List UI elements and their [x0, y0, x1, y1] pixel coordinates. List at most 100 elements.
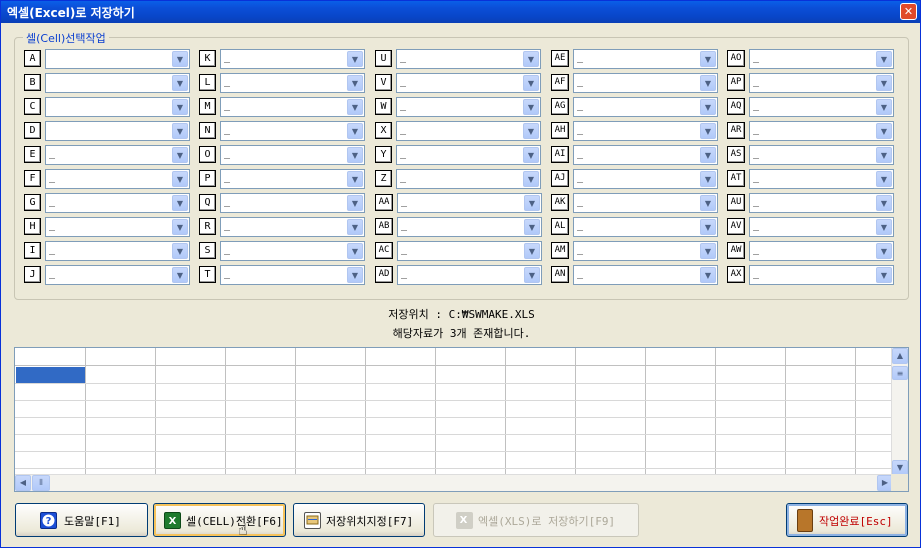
- chevron-down-icon[interactable]: ▼: [876, 171, 892, 187]
- chevron-down-icon[interactable]: ▼: [700, 267, 716, 283]
- cell-column-dropdown[interactable]: _ ▼: [573, 145, 718, 165]
- chevron-down-icon[interactable]: ▼: [876, 243, 892, 259]
- chevron-down-icon[interactable]: ▼: [700, 195, 716, 211]
- cell-column-dropdown[interactable]: _ ▼: [397, 193, 542, 213]
- close-button[interactable]: ✕: [900, 3, 917, 20]
- cell-column-dropdown[interactable]: _ ▼: [396, 97, 541, 117]
- cell-column-dropdown[interactable]: _ ▼: [397, 217, 542, 237]
- chevron-down-icon[interactable]: ▼: [524, 195, 540, 211]
- cell-column-dropdown[interactable]: _ ▼: [220, 121, 365, 141]
- cell-column-dropdown[interactable]: _ ▼: [749, 49, 894, 69]
- cell-column-dropdown[interactable]: _ ▼: [220, 169, 365, 189]
- chevron-down-icon[interactable]: ▼: [172, 51, 188, 67]
- cell-column-dropdown[interactable]: _ ▼: [573, 97, 718, 117]
- cell-column-dropdown[interactable]: _ ▼: [749, 97, 894, 117]
- scroll-up-icon[interactable]: ▲: [892, 348, 908, 364]
- chevron-down-icon[interactable]: ▼: [876, 219, 892, 235]
- cell-column-dropdown[interactable]: _ ▼: [45, 265, 190, 285]
- cell-column-dropdown[interactable]: _ ▼: [220, 49, 365, 69]
- horizontal-scrollbar[interactable]: ◀ ⦀ ▶: [15, 474, 893, 491]
- save-xls-button[interactable]: X 엑셀(XLS)로 저장하기[F9]: [433, 503, 639, 537]
- cell-column-dropdown[interactable]: _ ▼: [749, 121, 894, 141]
- cell-column-dropdown[interactable]: _ ▼: [396, 145, 541, 165]
- chevron-down-icon[interactable]: ▼: [172, 99, 188, 115]
- chevron-down-icon[interactable]: ▼: [524, 243, 540, 259]
- chevron-down-icon[interactable]: ▼: [347, 219, 363, 235]
- chevron-down-icon[interactable]: ▼: [523, 147, 539, 163]
- chevron-down-icon[interactable]: ▼: [876, 195, 892, 211]
- help-button[interactable]: ? 도움말[F1]: [15, 503, 148, 537]
- cell-column-dropdown[interactable]: _ ▼: [45, 241, 190, 261]
- chevron-down-icon[interactable]: ▼: [700, 243, 716, 259]
- cell-column-dropdown[interactable]: ▼: [45, 121, 190, 141]
- chevron-down-icon[interactable]: ▼: [523, 171, 539, 187]
- title-bar[interactable]: 엑셀(Excel)로 저장하기 ✕: [1, 1, 920, 23]
- scroll-left-icon[interactable]: ◀: [15, 475, 31, 491]
- cell-column-dropdown[interactable]: ▼: [45, 73, 190, 93]
- cell-column-dropdown[interactable]: _ ▼: [396, 121, 541, 141]
- data-grid[interactable]: ▲ ≡ ▼ ◀ ⦀ ▶: [14, 347, 909, 492]
- cell-column-dropdown[interactable]: _ ▼: [220, 145, 365, 165]
- chevron-down-icon[interactable]: ▼: [876, 147, 892, 163]
- cell-column-dropdown[interactable]: _ ▼: [396, 73, 541, 93]
- cell-column-dropdown[interactable]: _ ▼: [45, 193, 190, 213]
- chevron-down-icon[interactable]: ▼: [172, 267, 188, 283]
- chevron-down-icon[interactable]: ▼: [523, 99, 539, 115]
- chevron-down-icon[interactable]: ▼: [700, 171, 716, 187]
- grid-body[interactable]: [15, 348, 893, 476]
- cell-column-dropdown[interactable]: _ ▼: [397, 265, 542, 285]
- chevron-down-icon[interactable]: ▼: [876, 123, 892, 139]
- chevron-down-icon[interactable]: ▼: [347, 243, 363, 259]
- cell-column-dropdown[interactable]: _ ▼: [573, 73, 718, 93]
- cell-column-dropdown[interactable]: _ ▼: [220, 193, 365, 213]
- chevron-down-icon[interactable]: ▼: [700, 147, 716, 163]
- cell-column-dropdown[interactable]: _ ▼: [749, 217, 894, 237]
- cell-column-dropdown[interactable]: ▼: [45, 97, 190, 117]
- cell-column-dropdown[interactable]: _ ▼: [396, 49, 541, 69]
- chevron-down-icon[interactable]: ▼: [700, 219, 716, 235]
- chevron-down-icon[interactable]: ▼: [172, 195, 188, 211]
- cell-column-dropdown[interactable]: _ ▼: [573, 193, 718, 213]
- cell-column-dropdown[interactable]: _ ▼: [573, 217, 718, 237]
- chevron-down-icon[interactable]: ▼: [876, 51, 892, 67]
- chevron-down-icon[interactable]: ▼: [172, 243, 188, 259]
- chevron-down-icon[interactable]: ▼: [876, 267, 892, 283]
- cell-column-dropdown[interactable]: _ ▼: [749, 73, 894, 93]
- cell-column-dropdown[interactable]: _ ▼: [573, 241, 718, 261]
- cell-column-dropdown[interactable]: _ ▼: [45, 145, 190, 165]
- chevron-down-icon[interactable]: ▼: [347, 147, 363, 163]
- vertical-scrollbar[interactable]: ▲ ≡ ▼: [891, 348, 908, 476]
- cell-column-dropdown[interactable]: _ ▼: [220, 73, 365, 93]
- chevron-down-icon[interactable]: ▼: [700, 51, 716, 67]
- cell-column-dropdown[interactable]: _ ▼: [749, 193, 894, 213]
- cell-column-dropdown[interactable]: _ ▼: [220, 97, 365, 117]
- cell-column-dropdown[interactable]: _ ▼: [573, 49, 718, 69]
- chevron-down-icon[interactable]: ▼: [523, 75, 539, 91]
- chevron-down-icon[interactable]: ▼: [700, 123, 716, 139]
- cell-column-dropdown[interactable]: _ ▼: [397, 241, 542, 261]
- scroll-thumb-vertical[interactable]: ≡: [892, 366, 908, 380]
- cell-column-dropdown[interactable]: _ ▼: [396, 169, 541, 189]
- chevron-down-icon[interactable]: ▼: [347, 51, 363, 67]
- set-location-button[interactable]: 저장위치지정[F7]: [293, 503, 425, 537]
- chevron-down-icon[interactable]: ▼: [700, 99, 716, 115]
- chevron-down-icon[interactable]: ▼: [523, 123, 539, 139]
- chevron-down-icon[interactable]: ▼: [524, 267, 540, 283]
- chevron-down-icon[interactable]: ▼: [172, 123, 188, 139]
- chevron-down-icon[interactable]: ▼: [347, 123, 363, 139]
- cell-column-dropdown[interactable]: _ ▼: [220, 265, 365, 285]
- cell-column-dropdown[interactable]: _ ▼: [573, 265, 718, 285]
- chevron-down-icon[interactable]: ▼: [347, 267, 363, 283]
- cell-column-dropdown[interactable]: ▼: [45, 49, 190, 69]
- chevron-down-icon[interactable]: ▼: [876, 99, 892, 115]
- chevron-down-icon[interactable]: ▼: [524, 219, 540, 235]
- cell-switch-button[interactable]: X 셀(CELL)전환[F6] ☝: [153, 503, 286, 539]
- chevron-down-icon[interactable]: ▼: [523, 51, 539, 67]
- chevron-down-icon[interactable]: ▼: [347, 75, 363, 91]
- cell-column-dropdown[interactable]: _ ▼: [220, 241, 365, 261]
- cell-column-dropdown[interactable]: _ ▼: [749, 169, 894, 189]
- chevron-down-icon[interactable]: ▼: [347, 171, 363, 187]
- chevron-down-icon[interactable]: ▼: [172, 219, 188, 235]
- cell-column-dropdown[interactable]: _ ▼: [573, 121, 718, 141]
- cell-column-dropdown[interactable]: _ ▼: [220, 217, 365, 237]
